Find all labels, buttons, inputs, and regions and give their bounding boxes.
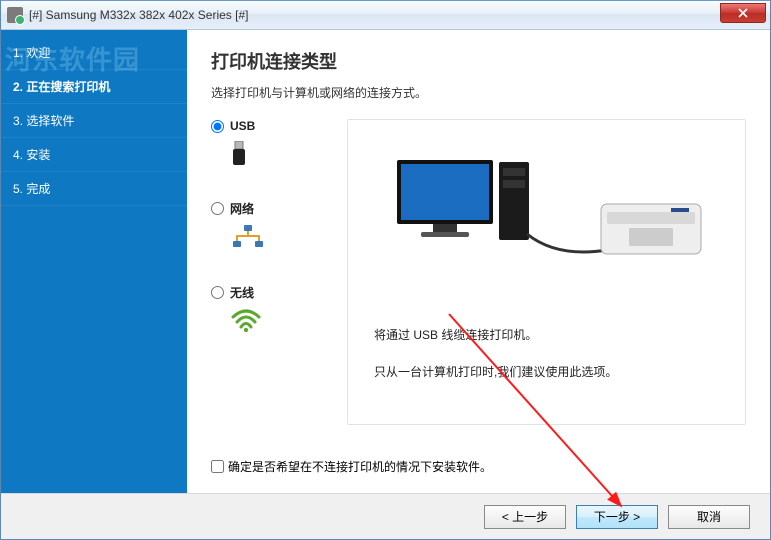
close-icon: [738, 8, 748, 18]
radio-usb-label: USB: [230, 119, 255, 133]
main-panel: 打印机连接类型 选择打印机与计算机或网络的连接方式。 USB 网络: [187, 30, 770, 493]
step-3: 3. 选择软件: [1, 104, 187, 138]
radio-wireless[interactable]: 无线: [211, 284, 331, 301]
titlebar: [#] Samsung M332x 382x 402x Series [#]: [1, 0, 770, 30]
illustration-panel: 将通过 USB 线缆连接打印机。 只从一台计算机打印时,我们建议使用此选项。: [347, 119, 746, 425]
page-subtitle: 选择打印机与计算机或网络的连接方式。: [211, 84, 746, 101]
wifi-icon: [231, 309, 331, 336]
no-printer-checkbox[interactable]: [211, 460, 224, 473]
cancel-button[interactable]: 取消: [668, 505, 750, 529]
back-button[interactable]: < 上一步: [484, 505, 566, 529]
radio-usb-input[interactable]: [211, 120, 224, 133]
network-icon: [231, 225, 331, 254]
installer-window: [#] Samsung M332x 382x 402x Series [#] 河…: [0, 0, 771, 540]
step-4: 4. 安装: [1, 138, 187, 172]
app-icon: [7, 7, 23, 23]
usb-icon: [231, 141, 331, 170]
next-button[interactable]: 下一步 >: [576, 505, 658, 529]
step-1: 1. 欢迎: [1, 36, 187, 70]
page-heading: 打印机连接类型: [211, 48, 746, 74]
description-line-1: 将通过 USB 线缆连接打印机。: [374, 326, 729, 343]
radio-wireless-label: 无线: [230, 284, 254, 301]
close-button[interactable]: [720, 3, 766, 23]
radio-network-input[interactable]: [211, 202, 224, 215]
connection-illustration: [364, 150, 729, 280]
step-5: 5. 完成: [1, 172, 187, 206]
no-printer-checkbox-row[interactable]: 确定是否希望在不连接打印机的情况下安装软件。: [211, 458, 492, 475]
no-printer-checkbox-label: 确定是否希望在不连接打印机的情况下安装软件。: [228, 458, 492, 475]
radio-wireless-input[interactable]: [211, 286, 224, 299]
radio-network[interactable]: 网络: [211, 200, 331, 217]
sidebar: 河东软件园 1. 欢迎 2. 正在搜索打印机 3. 选择软件 4. 安装 5. …: [1, 30, 187, 493]
footer: < 上一步 下一步 > 取消: [1, 493, 770, 539]
description-line-2: 只从一台计算机打印时,我们建议使用此选项。: [374, 363, 729, 380]
radio-network-label: 网络: [230, 200, 254, 217]
window-title: [#] Samsung M332x 382x 402x Series [#]: [29, 8, 248, 22]
step-2: 2. 正在搜索打印机: [1, 70, 187, 104]
radio-usb[interactable]: USB: [211, 119, 331, 133]
